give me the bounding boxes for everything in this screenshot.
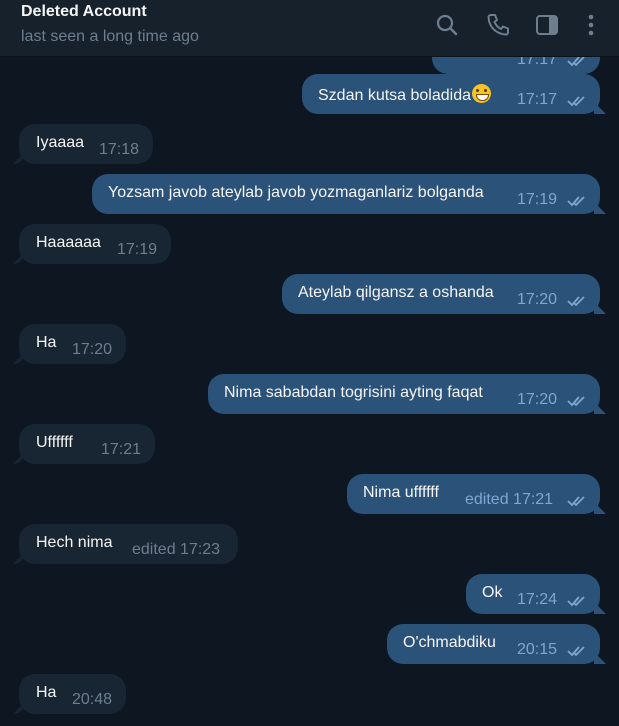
message-text: Haaaaaa bbox=[36, 234, 101, 251]
message-text: Ha bbox=[36, 334, 57, 351]
phone-icon[interactable] bbox=[485, 12, 511, 38]
message-text: Ok bbox=[482, 584, 503, 601]
message-time: 17:21 bbox=[101, 441, 142, 458]
message-text: Nima uffffff bbox=[363, 484, 439, 501]
message-text: Nima sababdan togrisini ayting faqat bbox=[224, 384, 483, 401]
message-bubble-in[interactable]: Haaaaaa 17:19 bbox=[19, 224, 171, 264]
message-time: 20:15 bbox=[517, 641, 558, 658]
message-bubble-out[interactable]: O'chmabdiku 20:15 bbox=[387, 624, 600, 664]
message-text: Ateylab qilgansz a oshanda bbox=[298, 284, 494, 301]
search-icon[interactable] bbox=[434, 12, 460, 38]
read-ticks-icon bbox=[567, 596, 585, 607]
read-ticks-icon bbox=[567, 646, 585, 657]
grinning-face-emoji-icon bbox=[472, 84, 491, 103]
message-bubble-in[interactable]: Ha 20:48 bbox=[19, 674, 126, 714]
message-text: O'chmabdiku bbox=[403, 634, 496, 651]
message-time: 17:17 bbox=[517, 57, 558, 68]
read-ticks-icon bbox=[567, 96, 585, 107]
message-bubble-out[interactable]: Nima sababdan togrisini ayting faqat 17:… bbox=[208, 374, 600, 414]
message-time: edited 17:23 bbox=[132, 541, 221, 558]
message-text: Iyaaaa bbox=[36, 134, 85, 151]
read-ticks-icon bbox=[567, 196, 585, 207]
message-bubble-in[interactable]: Hech nima edited 17:23 bbox=[19, 524, 238, 564]
sidebar-toggle-icon[interactable] bbox=[534, 12, 560, 38]
read-ticks-icon bbox=[567, 57, 585, 67]
read-ticks-icon bbox=[567, 296, 585, 307]
message-time: 17:19 bbox=[517, 191, 558, 208]
message-text: Uffffff bbox=[36, 434, 73, 451]
message-bubble-out[interactable]: Szdan kutsa boladida 17:17 bbox=[302, 74, 600, 114]
message-time: edited 17:21 bbox=[465, 491, 554, 508]
message-text: Ha bbox=[36, 684, 57, 701]
message-bubble-out[interactable]: Yozsam javob ateylab javob yozmaganlariz… bbox=[92, 174, 600, 214]
last-seen-status: last seen a long time ago bbox=[21, 28, 199, 45]
message-time: 17:20 bbox=[517, 391, 558, 408]
message-bubble-out[interactable]: Ateylab qilgansz a oshanda 17:20 bbox=[282, 274, 600, 314]
message-text: Hech nima bbox=[36, 534, 113, 551]
message-bubble-out[interactable]: 17:17 bbox=[432, 57, 600, 74]
message-bubble-out[interactable]: Nima uffffff edited 17:21 bbox=[347, 474, 600, 514]
message-list[interactable]: 17:17 Szdan kutsa boladida 17:17 Iyaaaa … bbox=[0, 57, 619, 726]
read-ticks-icon bbox=[567, 496, 585, 507]
message-time: 17:20 bbox=[72, 341, 113, 358]
message-text: Yozsam javob ateylab javob yozmaganlariz… bbox=[108, 184, 484, 201]
message-time: 17:24 bbox=[517, 591, 558, 608]
message-time: 17:19 bbox=[117, 241, 158, 258]
message-time: 20:48 bbox=[72, 691, 113, 708]
message-bubble-out[interactable]: Ok 17:24 bbox=[466, 574, 600, 614]
contact-name[interactable]: Deleted Account bbox=[21, 3, 147, 21]
message-time: 17:20 bbox=[517, 291, 558, 308]
read-ticks-icon bbox=[567, 396, 585, 407]
message-text: Szdan kutsa boladida bbox=[318, 87, 471, 104]
message-time: 17:18 bbox=[99, 141, 140, 158]
chat-header: Deleted Account last seen a long time ag… bbox=[0, 0, 619, 57]
message-bubble-in[interactable]: Uffffff 17:21 bbox=[19, 424, 155, 464]
message-time: 17:17 bbox=[517, 91, 558, 108]
message-bubble-in[interactable]: Ha 17:20 bbox=[19, 324, 126, 364]
more-icon[interactable] bbox=[578, 12, 604, 38]
message-bubble-in[interactable]: Iyaaaa 17:18 bbox=[19, 124, 153, 164]
